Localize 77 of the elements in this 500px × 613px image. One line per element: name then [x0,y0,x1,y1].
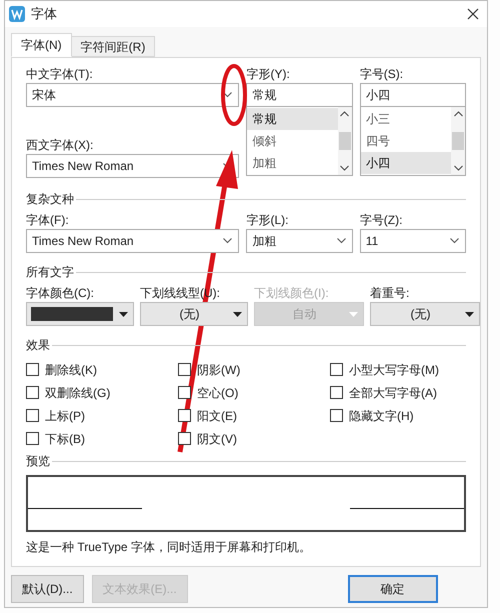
scrollbar-thumb[interactable] [452,132,464,150]
chevron-down-icon [336,238,346,244]
checkbox[interactable] [330,409,343,422]
chevron-down-icon [450,238,460,244]
list-item[interactable]: 常规 [247,108,338,130]
dialog-button[interactable]: 确定 [348,575,438,603]
caret-icon [233,312,242,316]
scroll-up-icon[interactable] [340,111,350,117]
description-text: 这是一种 TrueType 字体，同时适用于屏幕和打印机。 [26,539,312,556]
list-item[interactable]: 加粗 [247,152,338,174]
chevron-down-icon [223,92,232,98]
annotation-ellipse [221,64,247,126]
list-item[interactable]: 小三 [360,108,452,130]
scroll-down-icon[interactable] [454,165,463,171]
checkbox-label: 阴文(V) [197,430,237,448]
dropdown[interactable]: 宋体 [26,83,240,107]
checkbox[interactable] [26,386,39,399]
field-label: 字体(F): [26,212,70,229]
caret-icon [465,312,474,316]
checkbox-label: 双删除线(G) [45,384,110,402]
dropdown[interactable]: (无) [140,302,248,326]
list-item[interactable]: 四号 [360,130,452,152]
app-logo-icon [9,6,25,22]
color-dropdown[interactable] [26,302,134,326]
dropdown[interactable]: 加粗 [246,229,353,253]
checkbox-label: 删除线(K) [45,362,97,378]
list-item[interactable]: 倾斜 [247,130,338,152]
checkbox[interactable] [178,432,191,445]
chevron-down-icon [223,238,232,244]
checkbox-label: 阳文(E) [197,408,237,424]
checkbox[interactable] [330,386,343,399]
checkbox-label: 阴影(W) [197,362,240,378]
checkbox[interactable] [26,363,39,376]
scrollbar[interactable] [451,107,466,175]
field-label: 字号(S): [360,66,404,83]
section-heading: 效果 [26,337,50,354]
scroll-up-icon[interactable] [454,111,463,117]
field-label: 字形(L): [246,212,290,229]
dialog-button[interactable]: 默认(D)... [11,575,84,603]
text-field[interactable]: 常规 [246,83,353,107]
checkbox-label: 小型大写字母(M) [349,362,439,378]
caret-icon [349,312,358,316]
scrollbar-thumb[interactable] [338,132,351,150]
field-label: 字体颜色(C): [26,285,95,302]
checkbox-label: 隐藏文字(H) [349,408,414,424]
dropdown[interactable]: Times New Roman [26,154,240,178]
close-icon[interactable] [467,8,479,20]
dropdown[interactable]: (无) [370,302,480,326]
scroll-down-icon[interactable] [340,165,350,171]
field-label: 字号(Z): [360,212,404,229]
dropdown[interactable]: Times New Roman [26,229,240,253]
checkbox[interactable] [330,363,343,376]
tab[interactable]: 字符间距(R) [72,36,156,57]
caret-icon [119,312,128,316]
checkbox-label: 全部大写字母(A) [349,384,437,402]
section-heading: 复杂文种 [26,191,74,208]
scrollbar[interactable] [338,107,352,175]
section-heading: 预览 [26,453,50,470]
checkbox-label: 下标(B) [45,430,85,448]
tab[interactable]: 字体(N) [11,33,72,57]
checkbox-label: 空心(O) [197,384,238,402]
dropdown[interactable]: 11 [360,229,466,253]
field-label: 字形(Y): [246,66,291,83]
section-heading: 所有文字 [26,264,74,281]
text-field[interactable]: 小四 [360,83,466,107]
checkbox-label: 上标(P) [45,408,85,424]
checkbox[interactable] [178,363,191,376]
checkbox[interactable] [26,432,39,445]
list-item[interactable]: 小四 [360,152,452,174]
field-label: 着重号: [370,285,410,302]
checkbox[interactable] [26,409,39,422]
field-label: 下划线颜色(I): [254,285,330,302]
field-label: 西文字体(X): [26,137,94,154]
checkbox[interactable] [178,409,191,422]
field-label: 中文字体(T): [26,66,94,83]
window-title: 字体 [31,5,57,24]
checkbox[interactable] [178,386,191,399]
